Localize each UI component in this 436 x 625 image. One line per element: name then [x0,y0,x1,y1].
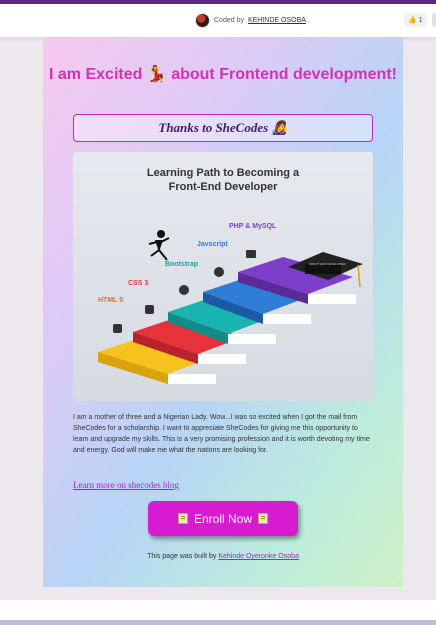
page-title: I am Excited 💃 about Frontend developmen… [49,66,397,83]
hero-title-line: Front-End Developer [168,181,278,193]
like-count: 1 [418,16,423,24]
js-icon [214,267,224,277]
author-prefix: Coded by [214,17,244,24]
html5-icon [113,324,122,333]
twitter-icon [179,285,189,295]
bottom-strip [0,620,436,625]
php-icon [246,250,256,258]
memo-icon [177,513,188,524]
avatar[interactable] [195,13,210,28]
memo-icon [258,513,269,524]
step-label: Bootstrap [165,261,198,268]
footer-author-link[interactable]: Kehinde Oyeronke Osoba [218,553,299,560]
main-card: I am Excited 💃 about Frontend developmen… [43,37,403,587]
blog-link[interactable]: Learn more on shecodes blog [73,480,179,490]
css3-icon [145,305,154,314]
footer-prefix: This page was built by [147,553,217,560]
thumbs-up-icon: 👍 [408,17,417,24]
footer-credit: This page was built by Kehinde Oyeronke … [43,553,403,560]
hero-title: Learning Path to Becoming a Front-End De… [73,166,373,194]
step-label: PHP & MySQL [229,223,277,230]
side-button-edge[interactable] [432,13,436,27]
like-button[interactable]: 👍 1 [404,13,427,27]
author-credit: Coded by KEHINDE OSOBA [195,13,306,28]
bio-paragraph: I am a mother of three and a Nigerian La… [73,414,370,454]
hero-title-line: Learning Path to Becoming a [146,167,300,179]
bottom-area [0,600,436,620]
enroll-button[interactable]: Enroll Now [148,501,298,536]
step-label: Javscript [197,241,228,248]
thanks-banner: Thanks to SheCodes 👩‍🎤 [73,114,373,142]
enroll-label: Enroll Now [193,511,253,526]
author-link[interactable]: KEHINDE OSOBA [248,17,306,24]
cap-text: FRONT END DEVELOPER [309,262,346,266]
step-label: HTML 5 [98,297,123,304]
thanks-text: Thanks to SheCodes 👩‍🎤 [158,120,288,135]
top-bar: Coded by KEHINDE OSOBA 👍 1 [0,4,436,38]
hero-image: HTML 5 CSS 3 Bootstrap Javscript PHP & M… [73,152,373,401]
runner-icon [148,230,170,261]
step-label: CSS 3 [128,280,148,287]
